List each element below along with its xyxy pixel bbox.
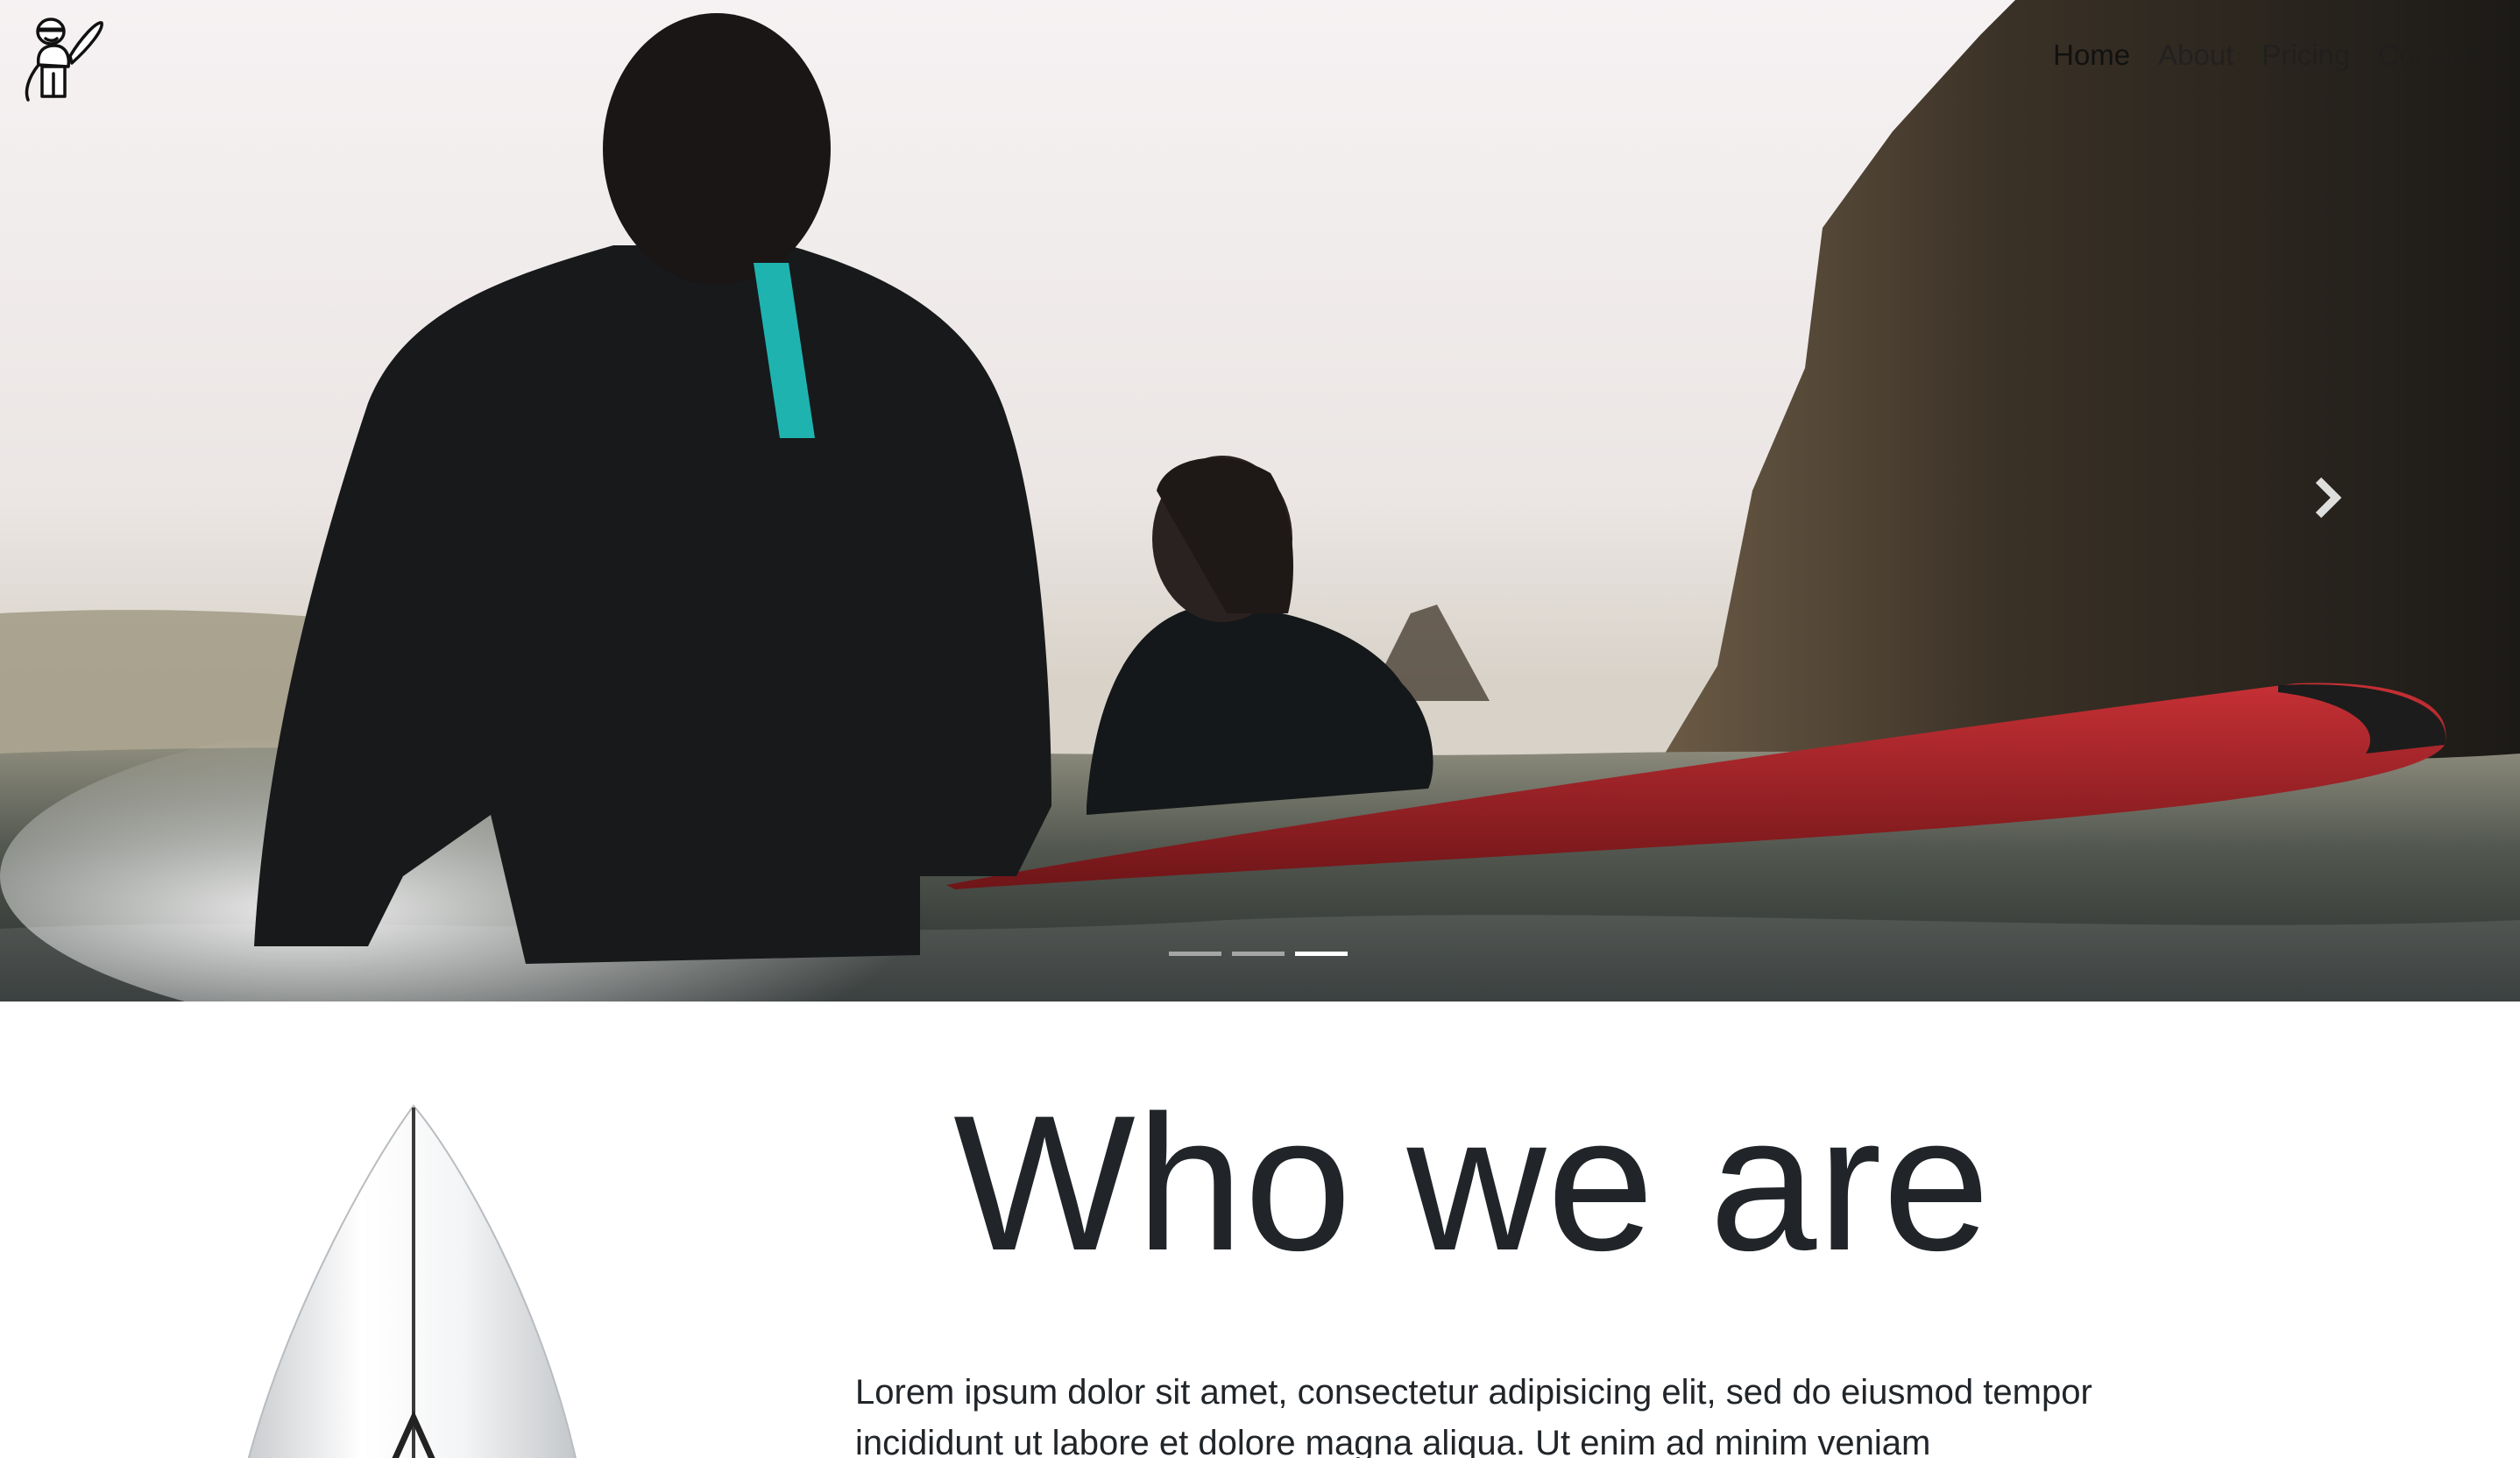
- nav-link-contact[interactable]: Contact: [2378, 39, 2478, 72]
- carousel-indicators: [1169, 952, 1348, 956]
- section-body-text: Lorem ipsum dolor sit amet, consectetur …: [855, 1373, 2092, 1458]
- hero-carousel: Home About Pricing Contact: [0, 0, 2520, 1001]
- hero-image: [0, 0, 2520, 1001]
- main-nav: Home About Pricing Contact: [2025, 39, 2478, 72]
- nav-link-home[interactable]: Home: [2053, 39, 2130, 72]
- section-title: Who we are: [953, 1075, 1991, 1291]
- carousel-next-button[interactable]: [2310, 473, 2348, 522]
- nav-link-about[interactable]: About: [2158, 39, 2233, 72]
- surfboard-image: [219, 1102, 613, 1458]
- surfer-logo-icon[interactable]: [19, 12, 107, 103]
- nav-link-pricing[interactable]: Pricing: [2262, 39, 2350, 72]
- carousel-indicator-1[interactable]: [1169, 952, 1221, 956]
- chevron-right-icon: [2315, 477, 2342, 519]
- carousel-indicator-2[interactable]: [1232, 952, 1285, 956]
- page: Home About Pricing Contact Who we are Lo…: [0, 0, 2520, 1458]
- carousel-indicator-3[interactable]: [1295, 952, 1348, 956]
